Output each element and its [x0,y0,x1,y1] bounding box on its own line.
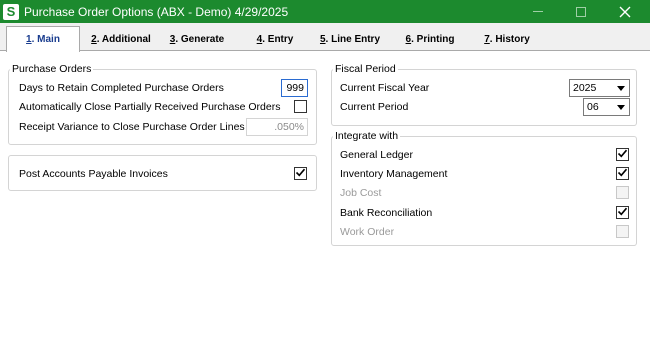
tab-generate[interactable]: 3. Generate [165,28,229,50]
receipt-variance-label: Receipt Variance to Close Purchase Order… [19,121,245,133]
maximize-icon [576,6,586,17]
current-fiscal-year-select[interactable]: 2025 [569,79,630,97]
sage-app-icon: S [3,3,19,20]
minimize-button[interactable] [515,0,561,23]
current-period-select[interactable]: 06 [583,98,630,116]
general-ledger-checkbox[interactable] [616,148,629,161]
chevron-down-icon [617,105,625,110]
chevron-down-icon [617,86,625,91]
work-order-label: Work Order [340,226,395,238]
auto-close-label: Automatically Close Partially Received P… [19,101,281,113]
job-cost-checkbox [616,186,629,199]
close-icon [619,6,631,17]
checkbox-mark [617,167,628,181]
tab-printing[interactable]: 6. Printing [400,28,460,50]
maximize-button[interactable] [558,0,604,23]
job-cost-label: Job Cost [340,187,382,199]
current-fiscal-year-value: 2025 [573,82,597,94]
receipt-variance-input[interactable]: .050% [246,118,308,136]
tab-history[interactable]: 7. History [479,28,535,50]
close-button[interactable] [602,0,648,23]
auto-close-checkbox[interactable] [294,100,307,113]
current-fiscal-year-label: Current Fiscal Year [340,82,430,94]
tab-bar: 1. Main 2. Additional 3. Generate 4. Ent… [0,23,650,52]
checkbox-mark [295,167,306,181]
inventory-management-checkbox[interactable] [616,167,629,180]
tab-additional[interactable]: 2. Additional [86,28,156,50]
minimize-icon [533,11,543,12]
inventory-management-label: Inventory Management [340,168,448,180]
tab-main[interactable]: 1. Main [6,26,80,52]
bank-reconciliation-label: Bank Reconciliation [340,207,433,219]
days-to-retain-label: Days to Retain Completed Purchase Orders [19,82,224,94]
current-period-label: Current Period [340,101,409,113]
current-period-value: 06 [587,101,599,113]
days-to-retain-input[interactable]: 999 [281,79,308,97]
purchase-orders-group-title: Purchase Orders [10,63,94,75]
fiscal-period-group-title: Fiscal Period [333,63,398,75]
tab-entry[interactable]: 4. Entry [253,28,297,50]
checkmark-icon [617,207,628,215]
integrate-with-group-title: Integrate with [333,130,401,142]
general-ledger-label: General Ledger [340,149,413,161]
tab-line-entry[interactable]: 5. Line Entry [318,28,382,50]
checkmark-icon [617,168,628,176]
checkbox-mark [617,206,628,220]
post-ap-invoices-label: Post Accounts Payable Invoices [19,168,168,180]
window-title: Purchase Order Options (ABX - Demo) 4/29… [24,4,289,19]
bank-reconciliation-checkbox[interactable] [616,206,629,219]
checkmark-icon [617,149,628,157]
post-ap-invoices-checkbox[interactable] [294,167,307,180]
title-bar: S Purchase Order Options (ABX - Demo) 4/… [0,0,650,23]
work-order-checkbox [616,225,629,238]
checkmark-icon [295,168,306,176]
checkbox-mark [617,148,628,162]
